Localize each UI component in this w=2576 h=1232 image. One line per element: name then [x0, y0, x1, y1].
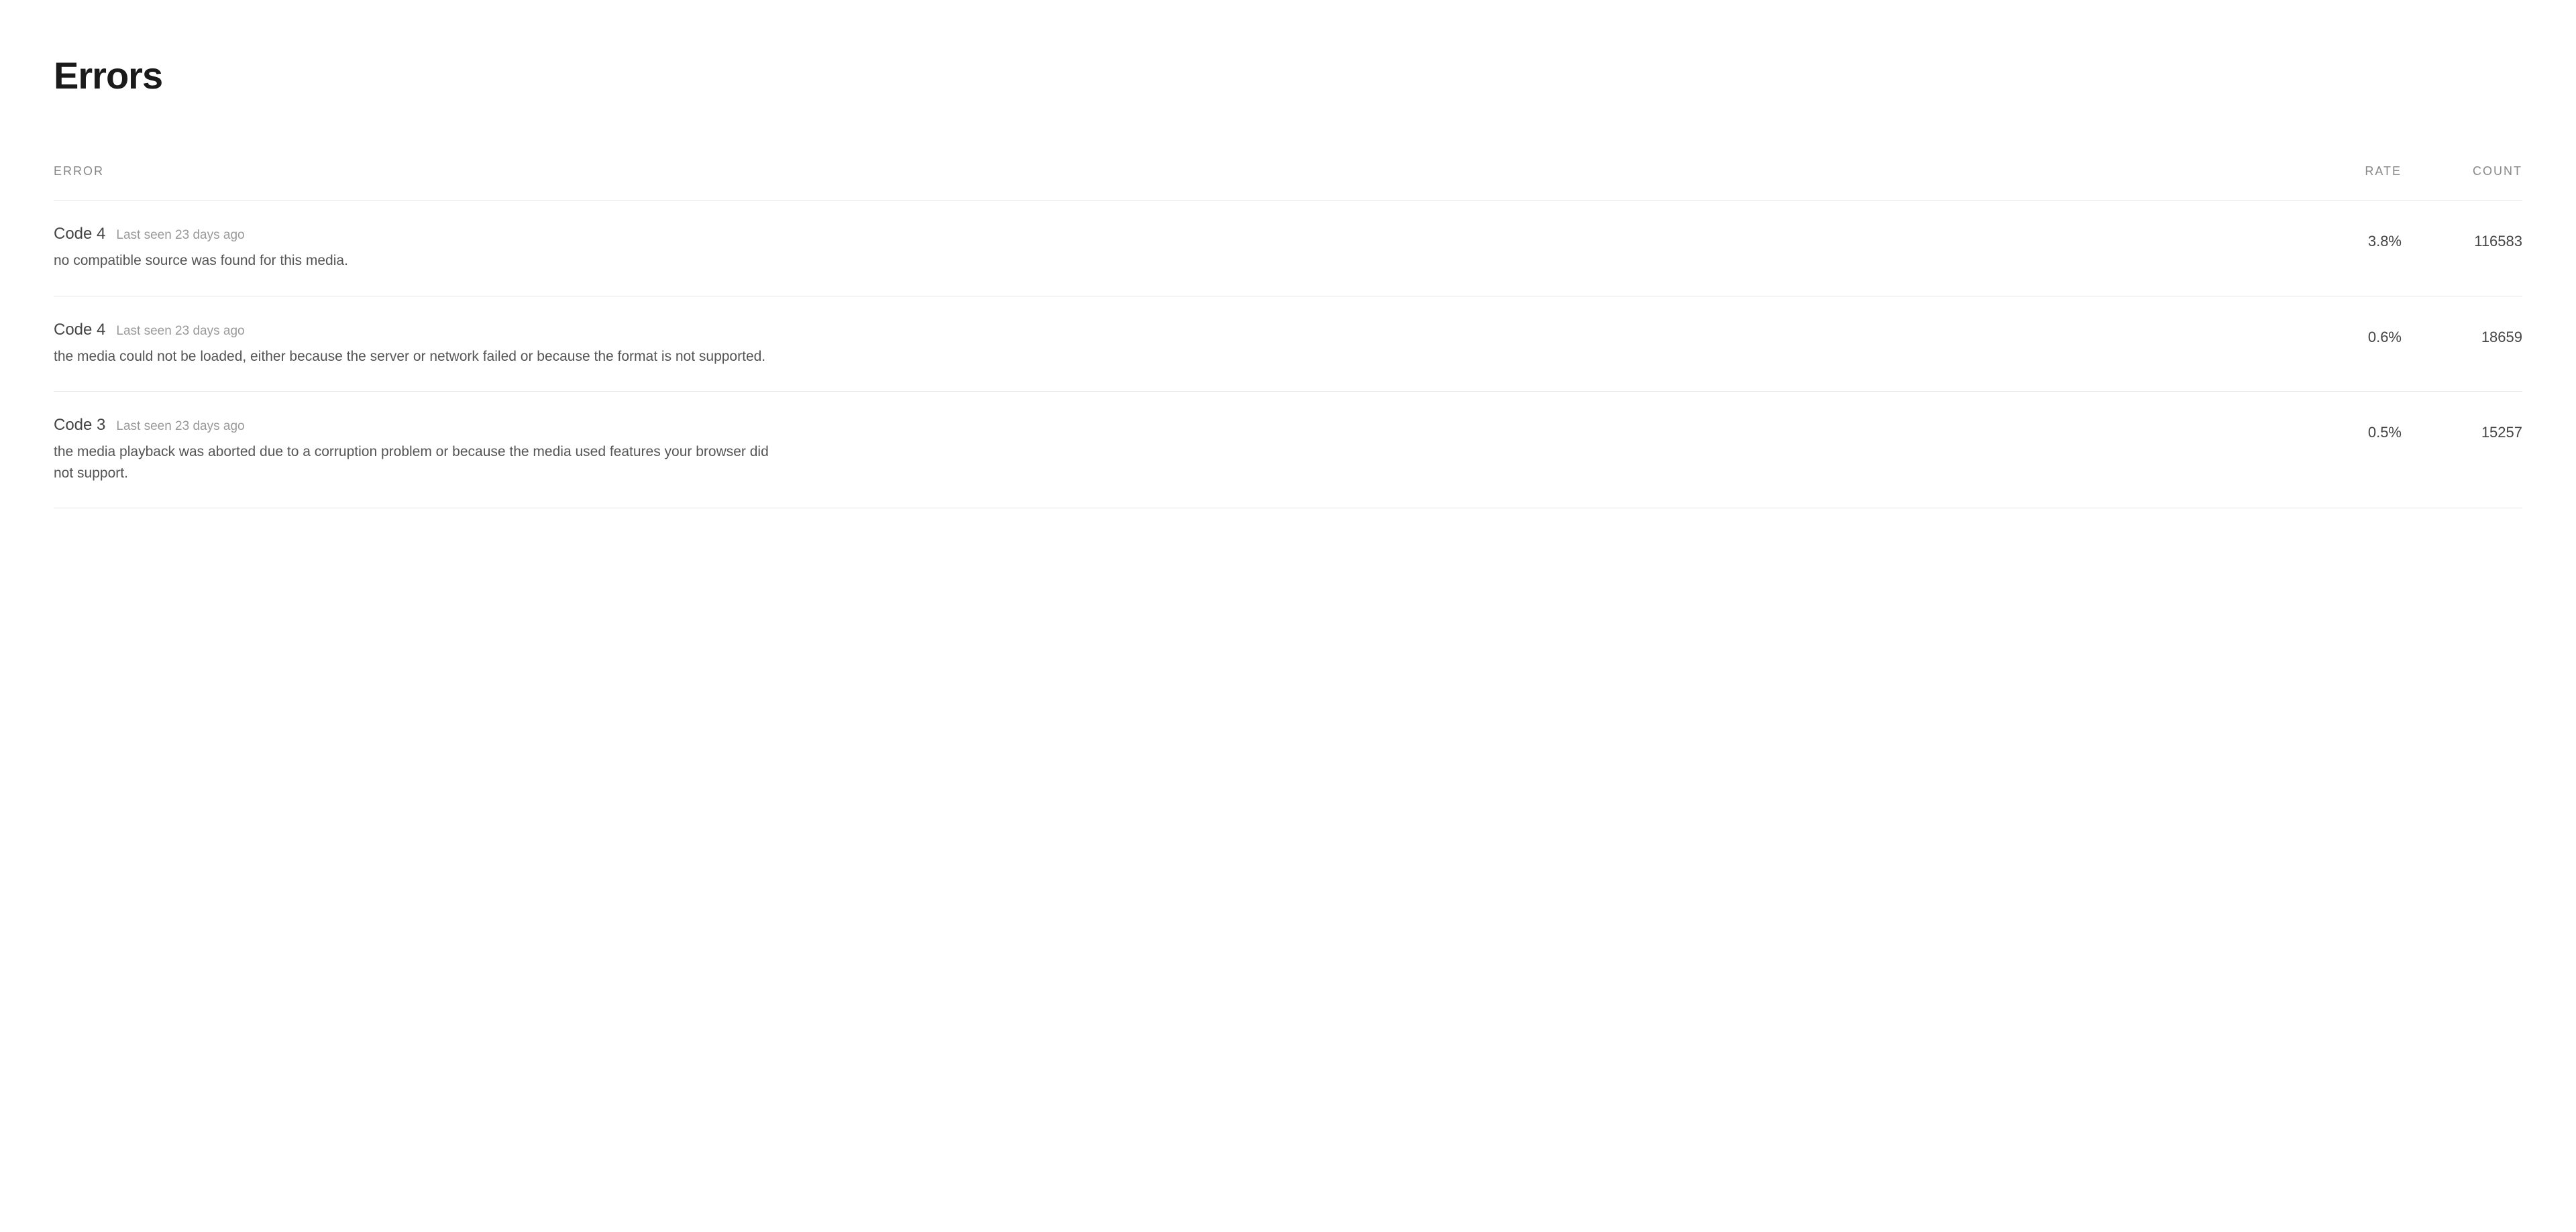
row-rate: 0.5% [2294, 416, 2402, 441]
row-title-line: Code 4 Last seen 23 days ago [54, 225, 2267, 243]
error-code: Code 4 [54, 225, 105, 243]
row-rate: 3.8% [2294, 225, 2402, 250]
error-code: Code 3 [54, 416, 105, 435]
row-error-cell: Code 4 Last seen 23 days ago the media c… [54, 321, 2294, 368]
last-seen: Last seen 23 days ago [116, 419, 244, 434]
row-error-cell: Code 4 Last seen 23 days ago no compatib… [54, 225, 2294, 272]
table-row[interactable]: Code 4 Last seen 23 days ago no compatib… [54, 201, 2522, 296]
row-count: 18659 [2402, 321, 2522, 346]
error-description: the media playback was aborted due to a … [54, 441, 792, 484]
row-rate: 0.6% [2294, 321, 2402, 346]
table-row[interactable]: Code 3 Last seen 23 days ago the media p… [54, 392, 2522, 508]
row-count: 116583 [2402, 225, 2522, 250]
row-title-line: Code 3 Last seen 23 days ago [54, 416, 2267, 435]
row-error-cell: Code 3 Last seen 23 days ago the media p… [54, 416, 2294, 484]
last-seen: Last seen 23 days ago [116, 324, 244, 339]
table-header: ERROR RATE COUNT [54, 164, 2522, 201]
row-count: 15257 [2402, 416, 2522, 441]
error-description: the media could not be loaded, either be… [54, 346, 792, 368]
table-row[interactable]: Code 4 Last seen 23 days ago the media c… [54, 296, 2522, 392]
header-rate: RATE [2294, 164, 2402, 178]
last-seen: Last seen 23 days ago [116, 228, 244, 243]
header-error: ERROR [54, 164, 2294, 178]
row-title-line: Code 4 Last seen 23 days ago [54, 321, 2267, 339]
page-title: Errors [54, 54, 2522, 97]
header-count: COUNT [2402, 164, 2522, 178]
error-description: no compatible source was found for this … [54, 250, 792, 272]
error-code: Code 4 [54, 321, 105, 339]
